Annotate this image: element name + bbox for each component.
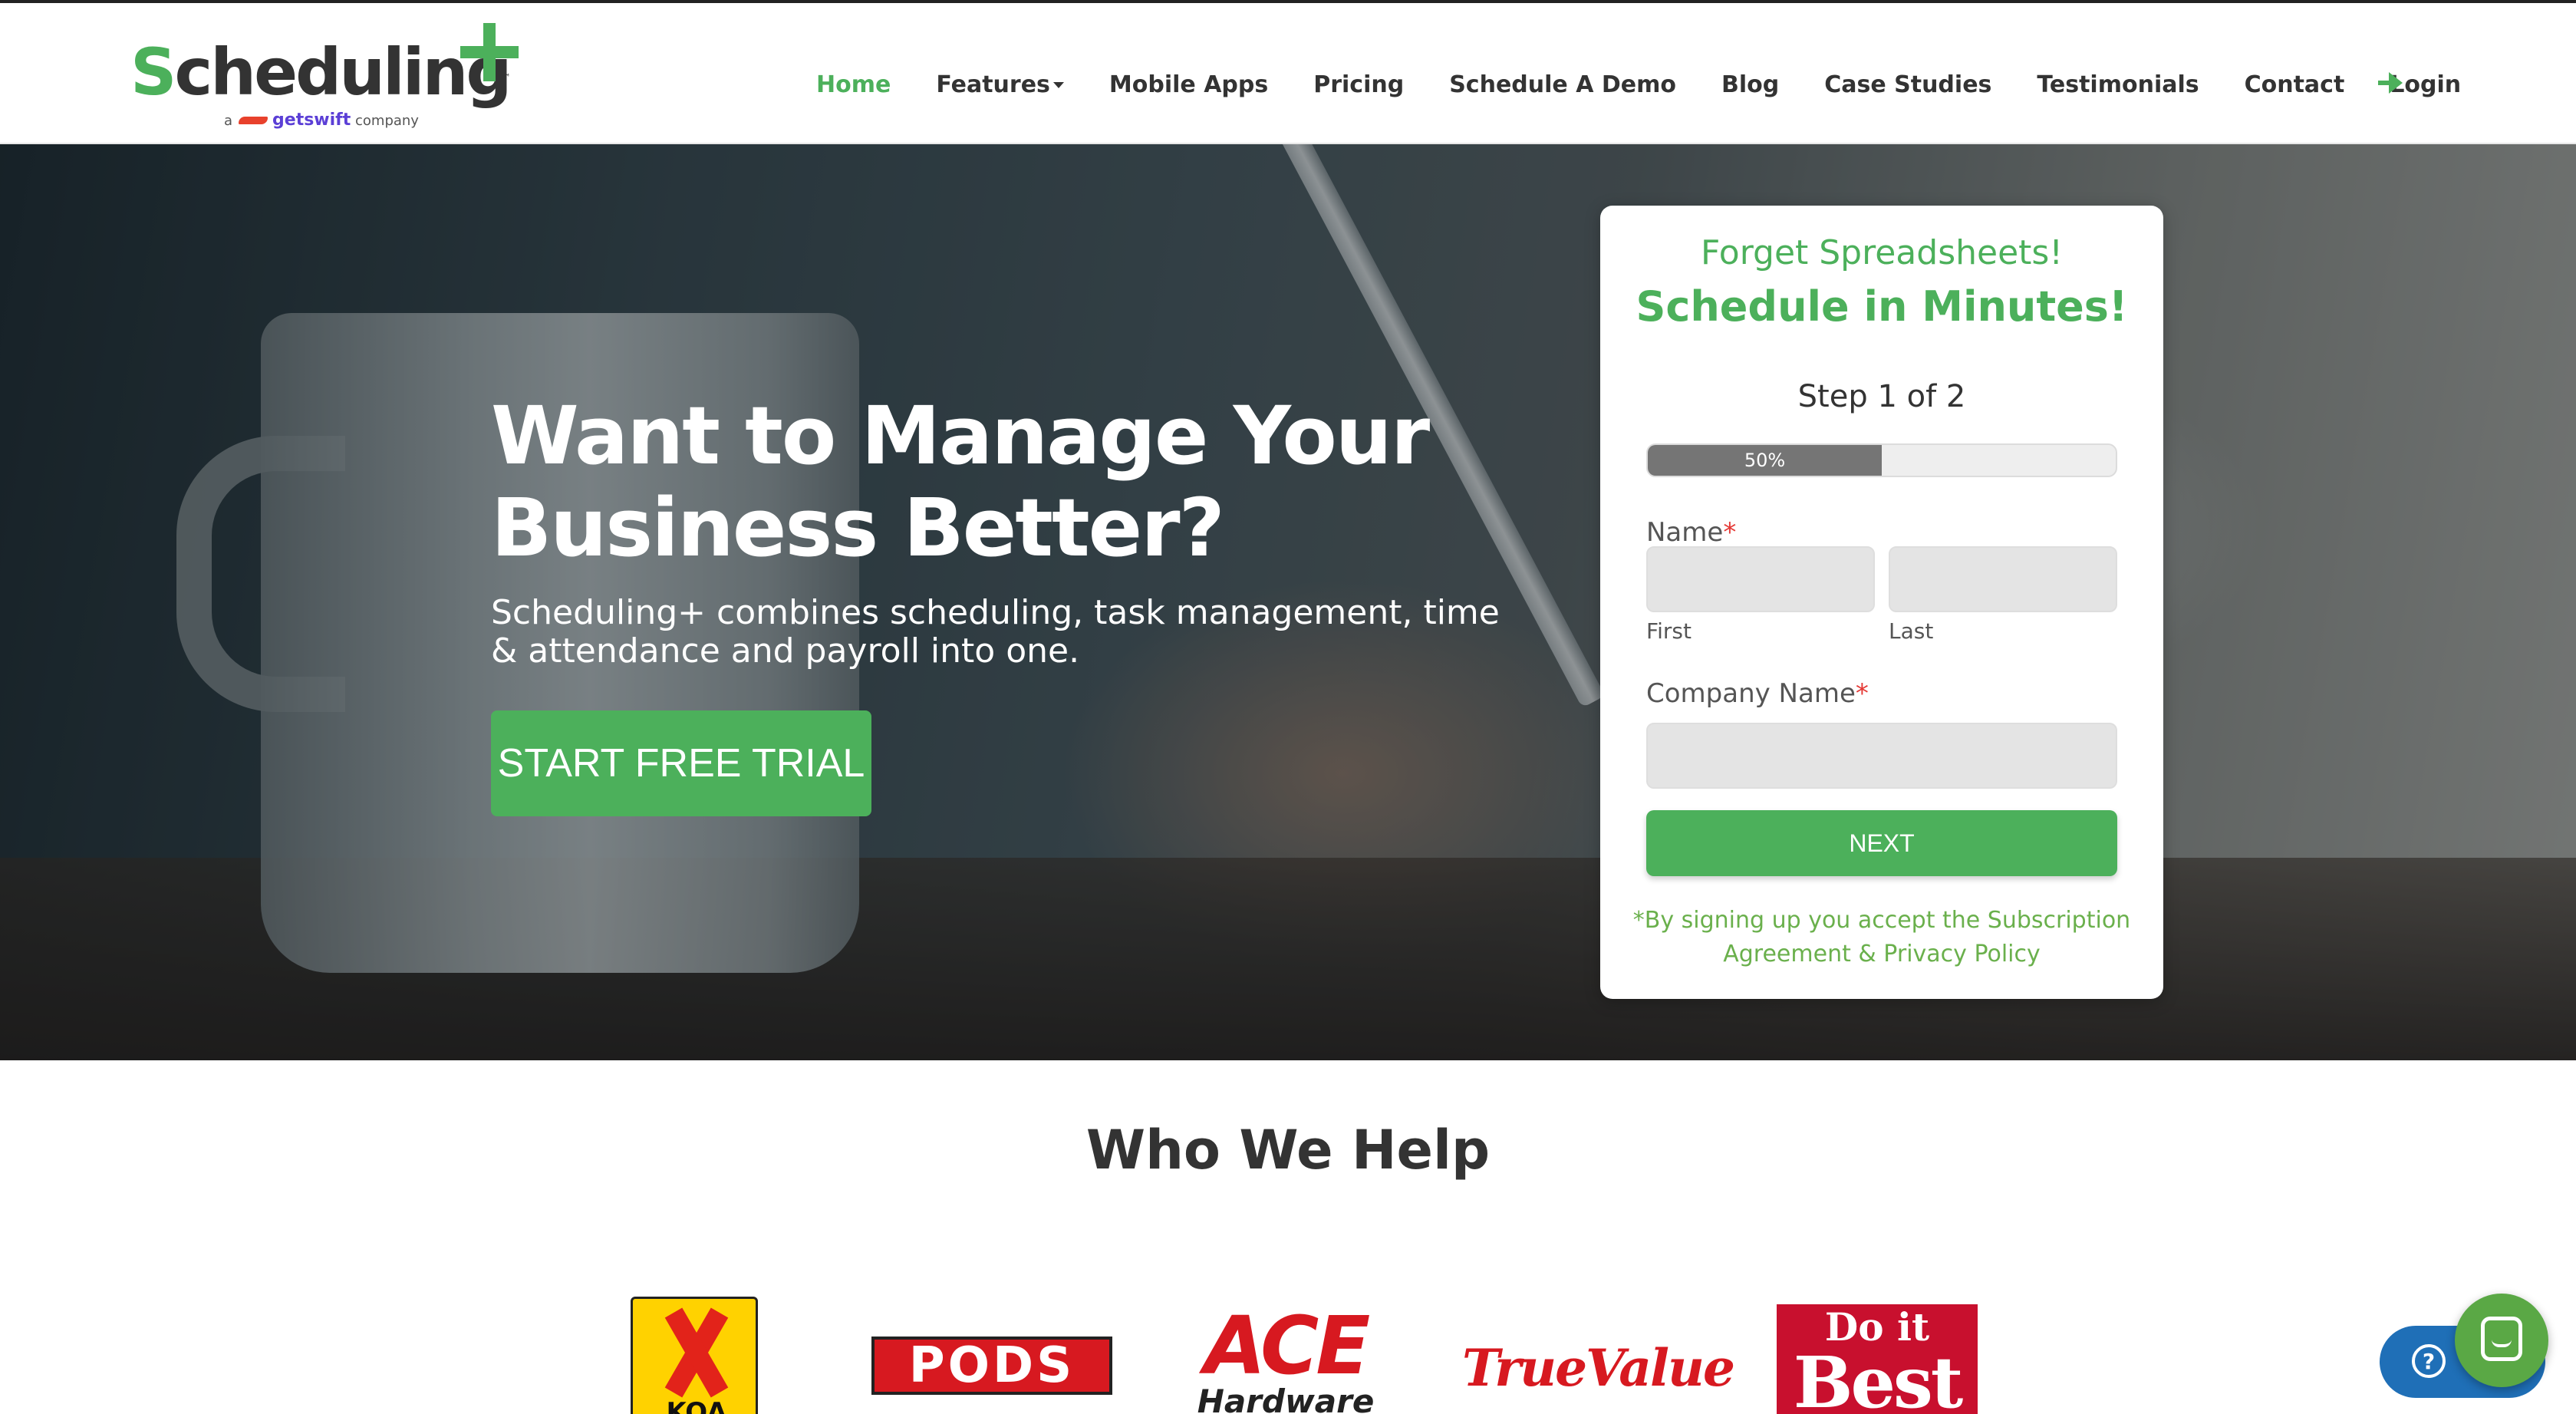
nav-blog[interactable]: Blog [1721, 71, 1779, 98]
client-logos: KOA PODS ACE Hardware TrueValue Do it Be… [0, 1289, 2576, 1414]
nav-mobile-apps[interactable]: Mobile Apps [1109, 71, 1268, 98]
main-nav: Home Features Mobile Apps Pricing Schedu… [816, 61, 2506, 107]
name-label-text: Name [1646, 517, 1724, 548]
nav-contact[interactable]: Contact [2245, 71, 2345, 98]
ace-logo-subtext: Hardware [1197, 1383, 1375, 1414]
question-circle-icon: ? [2412, 1344, 2446, 1378]
first-sublabel: First [1646, 618, 1692, 644]
ace-hardware-logo: ACE Hardware [1194, 1306, 1378, 1414]
nav-home[interactable]: Home [816, 71, 891, 98]
do-it-best-logo: Do it Best [1777, 1304, 1978, 1414]
nav-case-studies[interactable]: Case Studies [1824, 71, 1991, 98]
chat-bubble-icon [2481, 1317, 2522, 1361]
tagline-prefix: a [224, 113, 233, 129]
tagline-suffix: company [355, 113, 419, 129]
form-step-indicator: Step 1 of 2 [1797, 379, 1966, 414]
start-free-trial-button[interactable]: START FREE TRIAL [491, 710, 871, 816]
nav-features[interactable]: Features [936, 71, 1064, 98]
form-headline-1: Forget Spreadsheets! [1701, 233, 2063, 272]
pods-logo: PODS [871, 1337, 1112, 1395]
company-name-input[interactable] [1646, 723, 2117, 789]
last-name-input[interactable] [1889, 546, 2117, 612]
form-progress-bar: 50% [1646, 443, 2117, 477]
form-progress-fill: 50% [1648, 445, 1882, 476]
required-mark: * [1723, 517, 1737, 548]
name-label: Name* [1646, 517, 1736, 548]
form-headline-2: Schedule in Minutes! [1636, 282, 2128, 331]
next-button[interactable]: NEXT [1646, 810, 2117, 876]
who-we-help-title: Who We Help [1085, 1119, 1491, 1182]
nav-schedule-demo[interactable]: Schedule A Demo [1449, 71, 1676, 98]
do-it-best-text-2: Best [1793, 1341, 1964, 1414]
logo-tagline: a getswift company [224, 110, 419, 130]
nav-features-label: Features [936, 71, 1050, 98]
hero-section: Want to Manage Your Business Better? Sch… [0, 144, 2576, 1060]
koa-logo: KOA [631, 1297, 758, 1414]
scheduling-plus-logo[interactable]: Scheduling ™ a getswift company [130, 23, 529, 130]
true-value-logo: TrueValue [1462, 1338, 1735, 1398]
company-label-text: Company Name [1646, 678, 1856, 709]
nav-pricing[interactable]: Pricing [1313, 71, 1404, 98]
first-name-input[interactable] [1646, 546, 1875, 612]
company-name-label: Company Name* [1646, 678, 1869, 709]
logo-tm: ™ [502, 72, 511, 83]
site-header: Scheduling ™ a getswift company Home Feat… [0, 3, 2576, 144]
hero-subtitle: Scheduling+ combines scheduling, task ma… [491, 593, 1500, 671]
arrow-right-icon[interactable] [2377, 71, 2406, 95]
getswift-swoosh-icon [239, 117, 268, 124]
required-mark: * [1855, 678, 1869, 709]
caret-down-icon [1052, 82, 1064, 88]
ace-logo-text: ACE [1204, 1299, 1371, 1393]
koa-logo-text: KOA [666, 1397, 727, 1414]
hero-title: Want to Manage Your Business Better? [491, 389, 1430, 575]
tagline-brand: getswift [272, 110, 351, 130]
last-sublabel: Last [1889, 618, 1934, 644]
chat-launcher-button[interactable] [2455, 1294, 2548, 1387]
terms-link[interactable]: *By signing up you accept the Subscripti… [1631, 904, 2133, 971]
nav-testimonials[interactable]: Testimonials [2037, 71, 2199, 98]
logo-wordmark: Scheduling [130, 35, 512, 110]
signup-form-card: Forget Spreadsheets! Schedule in Minutes… [1600, 206, 2163, 999]
